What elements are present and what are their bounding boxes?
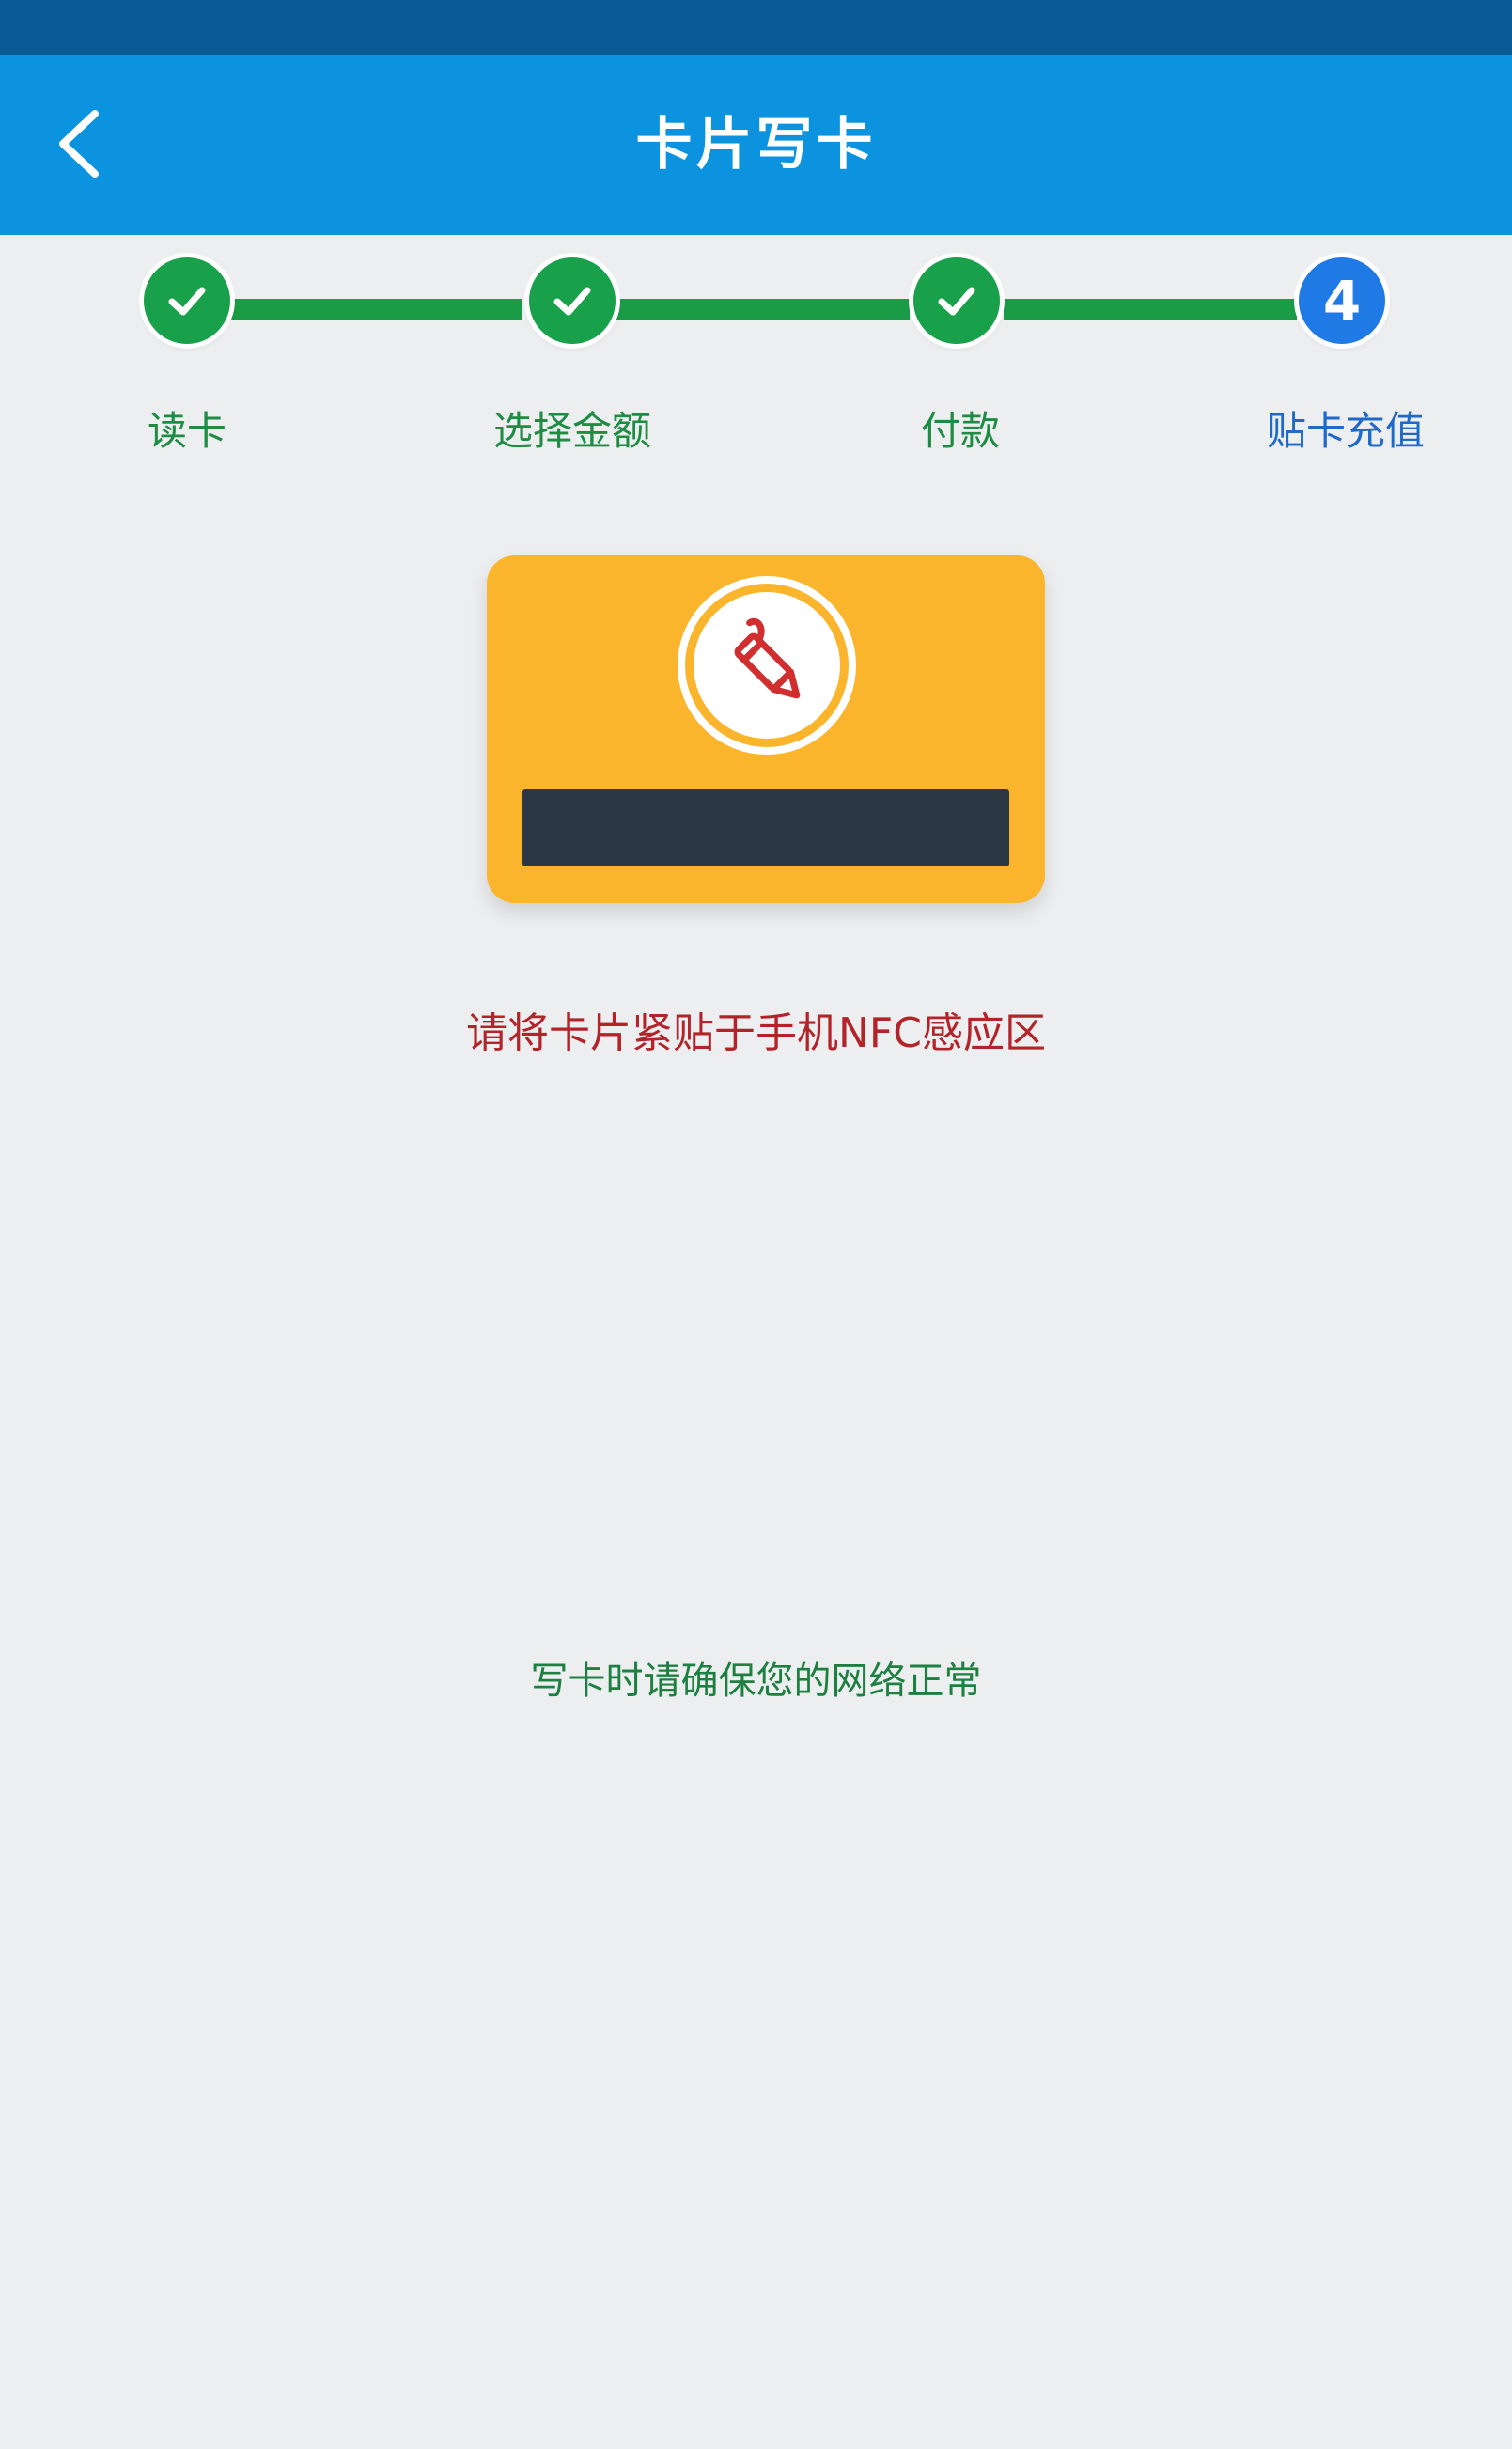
step-connector-2 <box>616 299 910 320</box>
card-magnetic-stripe <box>522 789 1009 866</box>
step-1-circle <box>144 257 230 344</box>
step-2-circle <box>529 257 616 344</box>
check-icon <box>553 287 591 316</box>
step-2-label: 选择金额 <box>492 408 651 454</box>
step-connector-3 <box>1004 299 1297 320</box>
check-icon <box>938 287 975 316</box>
step-4-number: 4 <box>1322 269 1362 333</box>
app-header: 卡片写卡 <box>0 55 1512 235</box>
nfc-card-illustration <box>487 555 1045 903</box>
page-title: 卡片写卡 <box>635 112 877 178</box>
step-4-circle: 4 <box>1299 257 1385 344</box>
status-bar <box>0 0 1512 55</box>
nfc-instruction-text: 请将卡片紧贴于手机NFC感应区 <box>466 1009 1046 1057</box>
card-emblem <box>678 576 856 755</box>
step-connector-1 <box>230 299 522 320</box>
step-3-circle <box>913 257 1000 344</box>
progress-stepper: 4 读卡 选择金额 付款 贴卡充值 <box>0 235 1512 470</box>
pencil-icon <box>734 617 801 699</box>
step-3-label: 付款 <box>920 408 1000 454</box>
network-tip-text: 写卡时请确保您的网络正常 <box>530 1660 982 1703</box>
step-4-label: 贴卡充值 <box>1266 408 1425 454</box>
check-icon <box>168 287 206 316</box>
step-1-label: 读卡 <box>147 408 226 454</box>
